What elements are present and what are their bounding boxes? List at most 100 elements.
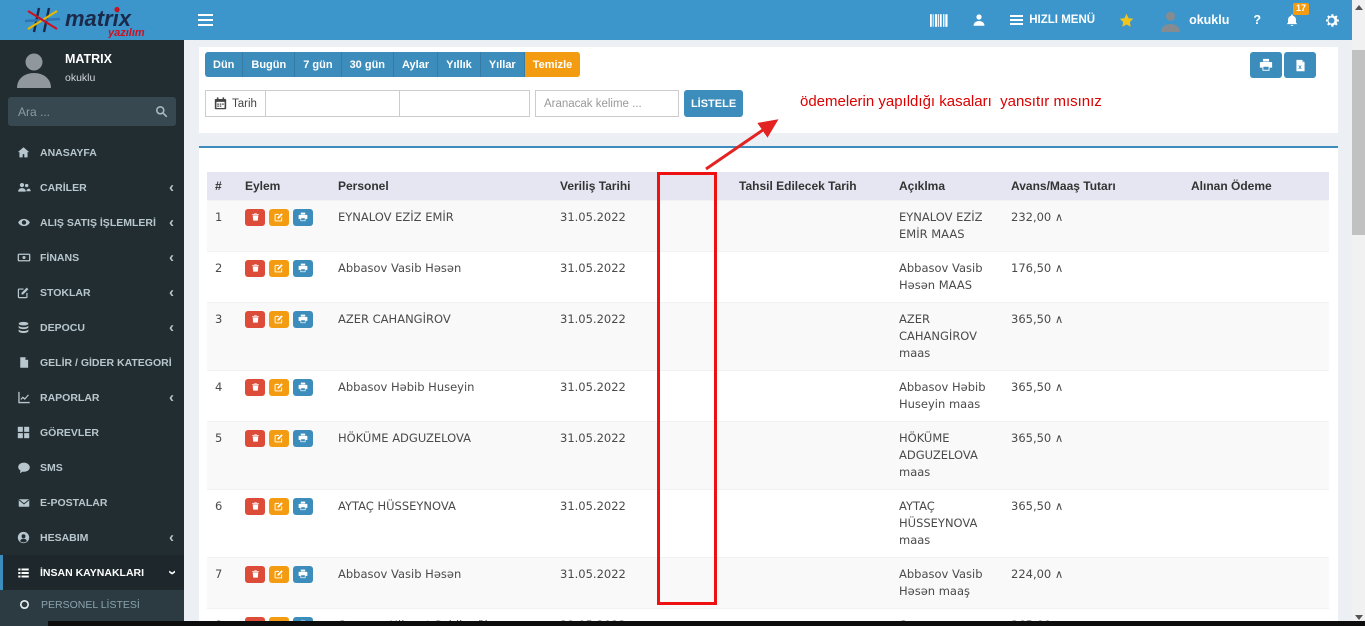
sidebar-search-input[interactable] [8,104,146,119]
aciklama-cell: AYTAÇ HÜSSEYNOVA maas [899,498,978,547]
barcode-nav-button[interactable] [918,0,960,40]
grid-icon [15,426,32,439]
column-header-a-klma: Açıklma [891,172,1003,200]
scrollbar-down-arrow[interactable] [1355,615,1363,620]
row-number: 5 [207,421,237,489]
sidebar-item-cari-ler[interactable]: CARİLER ‹ [0,170,184,205]
print-button[interactable] [293,429,313,447]
range-button-aylar[interactable]: Aylar [394,52,439,77]
alinan-odeme-cell [1183,302,1329,370]
print-button[interactable] [293,497,313,515]
notifications-button[interactable]: 17 [1273,0,1311,40]
delete-button[interactable] [245,259,265,277]
favorites-star-button[interactable] [1107,0,1146,40]
users-icon [15,181,32,194]
help-button[interactable]: ? [1241,0,1273,40]
delete-button[interactable] [245,497,265,515]
brand-logo[interactable]: matrix yazılım [0,0,184,40]
delete-button[interactable] [245,565,265,583]
circle-o-icon [19,599,33,610]
table-row: 2 Abbasov Vasib Həsən 31.05.2022 Abbasov Va… [207,251,1329,302]
sidebar-item-ali-sati-i-lemleri-[interactable]: ALIŞ SATIŞ İŞLEMLERİ ‹ [0,205,184,240]
edit-button[interactable] [269,208,289,226]
sidebar-item-hesabim[interactable]: HESABIM ‹ [0,520,184,555]
edit-icon [15,286,32,299]
avans-tutari-cell: 365,50 ∧ [1011,379,1064,394]
scrollbar-thumb[interactable] [1352,50,1365,235]
range-button-bug-n[interactable]: Bugün [243,52,296,77]
print-button[interactable] [293,565,313,583]
quick-menu-button[interactable]: HIZLI MENÜ [998,0,1107,40]
excel-export-button[interactable]: x [1284,52,1316,78]
search-icon[interactable] [146,97,176,126]
table-row: 4 Abbasov Həbib Huseyin 31.05.2022 Abbasov … [207,370,1329,421]
edit-button[interactable] [269,429,289,447]
vertical-scrollbar[interactable] [1352,0,1365,626]
avans-tutari-cell: 232,00 ∧ [1003,200,1183,251]
column-header-verili-tarihi: Veriliş Tarihi [552,172,649,200]
sidebar-item-raporlar[interactable]: RAPORLAR ‹ [0,380,184,415]
print-export-button[interactable] [1250,52,1282,78]
sidebar-item-geli-r-gi-der-kategori-[interactable]: GELİR / GİDER KATEGORİ [0,345,184,380]
clear-filter-button[interactable]: Temizle [524,52,581,77]
range-button-d-n[interactable]: Dün [205,52,244,77]
range-button-30-g-n[interactable]: 30 gün [341,52,395,77]
print-button[interactable] [293,259,313,277]
range-button-y-llar[interactable]: Yıllar [480,52,525,77]
verilis-tarihi-cell: 31.05.2022 [560,498,626,513]
quick-menu-label: HIZLI MENÜ [1029,14,1096,26]
personel-cell: AZER CAHANGİROV [330,302,552,370]
aciklama-cell: EYNALOV EZİZ EMİR MAAS [891,200,1003,251]
personel-cell: EYNALOV EZİZ EMİR [330,200,552,251]
settings-gear-button[interactable] [1311,0,1352,40]
column-header-eylem: Eylem [237,172,330,200]
avans-tutari-cell: 365,50 ∧ [1003,421,1183,489]
sidebar-toggle-button[interactable] [184,0,226,40]
tahsil-tarihi-cell [731,302,891,370]
delete-button[interactable] [245,378,265,396]
sidebar-subitem-personel-li-stesi-[interactable]: PERSONEL LİSTESİ [0,590,184,619]
scrollbar-up-arrow[interactable] [1355,5,1363,10]
edit-button[interactable] [269,259,289,277]
verilis-tarihi-cell: 31.05.2022 [552,557,649,608]
user-menu-button[interactable]: okuklu [1146,0,1241,40]
edit-button[interactable] [269,497,289,515]
user-nav-button[interactable] [960,0,998,40]
annotation-arrow [705,119,779,171]
sidebar-item-fi-nans[interactable]: FİNANS ‹ [0,240,184,275]
edit-button[interactable] [269,378,289,396]
sidebar-item-i-nsan-kaynaklari[interactable]: İNSAN KAYNAKLARI ‹ [0,555,184,590]
sidebar-item-anasayfa[interactable]: ANASAYFA [0,135,184,170]
print-button[interactable] [293,310,313,328]
print-button[interactable] [293,378,313,396]
range-button-y-ll-k[interactable]: Yıllık [438,52,481,77]
delete-button[interactable] [245,429,265,447]
column-header-#: # [207,172,237,200]
alinan-odeme-cell [1183,421,1329,489]
notification-badge: 17 [1292,3,1309,15]
range-button-7-g-n[interactable]: 7 gün [295,52,342,77]
svg-text:x: x [1298,63,1302,70]
sidebar-item-sms[interactable]: SMS [0,450,184,485]
sidebar-item-e-postalar[interactable]: E-POSTALAR [0,485,184,520]
date-to-input[interactable] [398,90,530,117]
table-row: 5 HÖKÜME ADGUZELOVA 31.05.2022 HÖKÜME ADGUZ… [207,421,1329,489]
row-number: 3 [207,302,237,370]
sidebar-item-depocu[interactable]: DEPOCU ‹ [0,310,184,345]
edit-button[interactable] [269,565,289,583]
date-from-input[interactable] [264,90,400,117]
keyword-input[interactable] [534,90,679,117]
row-number: 7 [207,557,237,608]
print-button[interactable] [293,208,313,226]
sidebar-item-stoklar[interactable]: STOKLAR ‹ [0,275,184,310]
top-navbar: matrix yazılım HIZLI MENÜ okuklu? 17 [0,0,1352,40]
sidebar-item-g-revler[interactable]: GÖREVLER [0,415,184,450]
row-actions [237,302,330,370]
edit-button[interactable] [269,310,289,328]
avans-tutari-cell: 176,50 ∧ [1011,260,1064,275]
comment-icon [15,461,32,474]
personel-cell: Abbasov Vasib Həsən [330,557,552,608]
row-actions [237,421,330,489]
delete-button[interactable] [245,208,265,226]
delete-button[interactable] [245,310,265,328]
